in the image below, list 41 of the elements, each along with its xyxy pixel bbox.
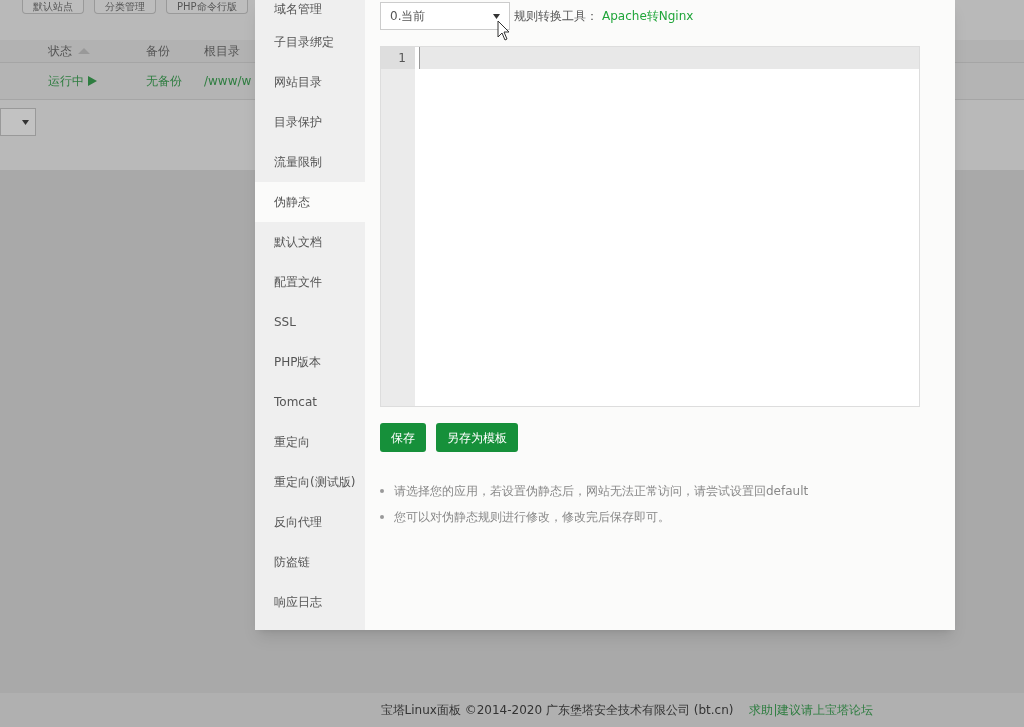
toolbar-button[interactable]: 默认站点	[22, 0, 84, 14]
template-select[interactable]: 0.当前	[380, 2, 510, 30]
line-number: 1	[381, 47, 415, 69]
toolbar-button[interactable]: 分类管理	[94, 0, 156, 14]
action-button[interactable]: 另存为模板	[436, 423, 518, 452]
code-editor[interactable]: 1	[380, 46, 920, 407]
sidebar-item[interactable]: 子目录绑定	[255, 22, 365, 62]
sidebar-item[interactable]: 流量限制	[255, 142, 365, 182]
copyright-text: 宝塔Linux面板 ©2014-2020 广东堡塔安全技术有限公司 (bt.cn)	[380, 702, 734, 719]
sidebar-item[interactable]: SSL	[255, 302, 365, 342]
column-header[interactable]: 根目录	[204, 42, 240, 60]
sidebar-item[interactable]: 默认文档	[255, 222, 365, 262]
tip-text: 您可以对伪静态规则进行修改，修改完后保存即可。	[394, 509, 670, 526]
column-header[interactable]: 状态	[48, 42, 72, 60]
column-header[interactable]: 备份	[146, 42, 170, 60]
caret-icon	[493, 13, 500, 19]
page-size-select[interactable]	[0, 108, 36, 136]
sidebar-item[interactable]: 防盗链	[255, 542, 365, 582]
mouse-cursor-icon	[497, 20, 510, 41]
caret-icon	[22, 119, 29, 125]
tip-text: 请选择您的应用，若设置伪静态后，网站无法正常访问，请尝试设置回default	[394, 483, 809, 500]
sidebar-item[interactable]: Tomcat	[255, 382, 365, 422]
sidebar-item[interactable]: 反向代理	[255, 502, 365, 542]
tool-label: 规则转换工具：	[514, 8, 598, 25]
sidebar-item[interactable]: 伪静态	[255, 182, 365, 222]
sidebar-item[interactable]: 配置文件	[255, 262, 365, 302]
sidebar-item[interactable]: 响应日志	[255, 582, 365, 622]
table-cell-text: 无备份	[146, 73, 183, 90]
bullet-icon	[380, 515, 384, 519]
table-cell-text: /www/w	[204, 73, 252, 90]
sidebar-item[interactable]: 重定向(测试版)	[255, 462, 365, 502]
toolbar-button[interactable]: PHP命令行版	[166, 0, 248, 14]
sort-arrow-icon	[78, 48, 90, 54]
table-cell-text: 运行中	[48, 73, 84, 90]
sidebar-item[interactable]: 网站目录	[255, 62, 365, 102]
action-button[interactable]: 保存	[380, 423, 426, 452]
sidebar-item[interactable]: 目录保护	[255, 102, 365, 142]
bullet-icon	[380, 489, 384, 493]
sidebar-item[interactable]: PHP版本	[255, 342, 365, 382]
sidebar-item[interactable]: 域名管理	[255, 0, 365, 22]
sidebar-item[interactable]: 重定向	[255, 422, 365, 462]
